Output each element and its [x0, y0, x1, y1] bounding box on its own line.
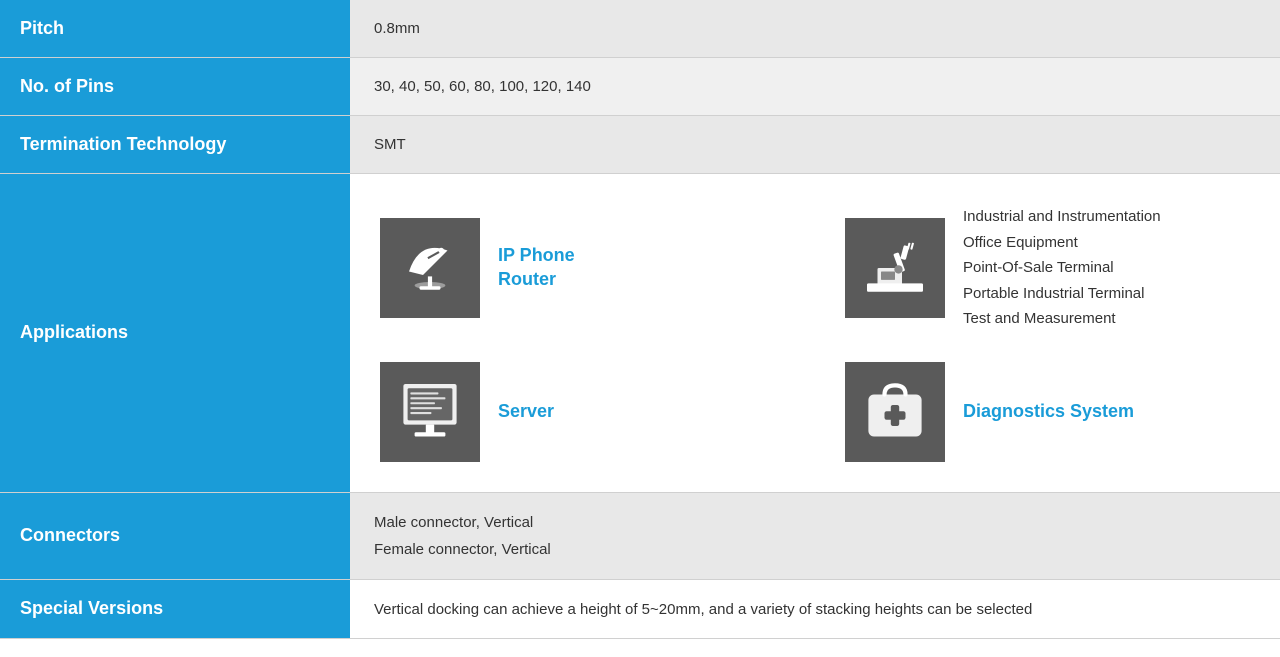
applications-value: IP PhoneRouter: [350, 174, 1280, 492]
app-item-server: Server: [380, 362, 785, 462]
app-item-diagnostics: Diagnostics System: [845, 362, 1250, 462]
ip-phone-label: IP PhoneRouter: [498, 244, 575, 291]
special-versions-value: Vertical docking can achieve a height of…: [350, 580, 1280, 638]
apps-grid: IP PhoneRouter: [380, 204, 1250, 462]
satellite-dish-icon-container: [380, 218, 480, 318]
applications-label: Applications: [0, 174, 350, 492]
connectors-label: Connectors: [0, 493, 350, 579]
diagnostics-icon: [860, 377, 930, 447]
industrial-icon: [860, 233, 930, 303]
pitch-label: Pitch: [0, 0, 350, 57]
no-of-pins-value: 30, 40, 50, 60, 80, 100, 120, 140: [350, 58, 1280, 115]
connectors-text: Male connector, Vertical Female connecto…: [374, 509, 551, 563]
connectors-row: Connectors Male connector, Vertical Fema…: [0, 493, 1280, 580]
industrial-label: Industrial and InstrumentationOffice Equ…: [963, 204, 1161, 332]
termination-technology-row: Termination Technology SMT: [0, 116, 1280, 174]
app-item-ip-phone: IP PhoneRouter: [380, 204, 785, 332]
pitch-row: Pitch 0.8mm: [0, 0, 1280, 58]
diagnostics-label: Diagnostics System: [963, 400, 1134, 423]
termination-technology-value: SMT: [350, 116, 1280, 173]
termination-technology-label: Termination Technology: [0, 116, 350, 173]
applications-row: Applications: [0, 174, 1280, 493]
server-icon-container: [380, 362, 480, 462]
connectors-value: Male connector, Vertical Female connecto…: [350, 493, 1280, 579]
server-icon: [395, 377, 465, 447]
no-of-pins-row: No. of Pins 30, 40, 50, 60, 80, 100, 120…: [0, 58, 1280, 116]
satellite-dish-icon: [395, 233, 465, 303]
industrial-icon-container: [845, 218, 945, 318]
pitch-value: 0.8mm: [350, 0, 1280, 57]
diagnostics-icon-container: [845, 362, 945, 462]
app-item-industrial: Industrial and InstrumentationOffice Equ…: [845, 204, 1250, 332]
special-versions-row: Special Versions Vertical docking can ac…: [0, 580, 1280, 639]
special-versions-label: Special Versions: [0, 580, 350, 638]
server-label: Server: [498, 400, 554, 423]
no-of-pins-label: No. of Pins: [0, 58, 350, 115]
